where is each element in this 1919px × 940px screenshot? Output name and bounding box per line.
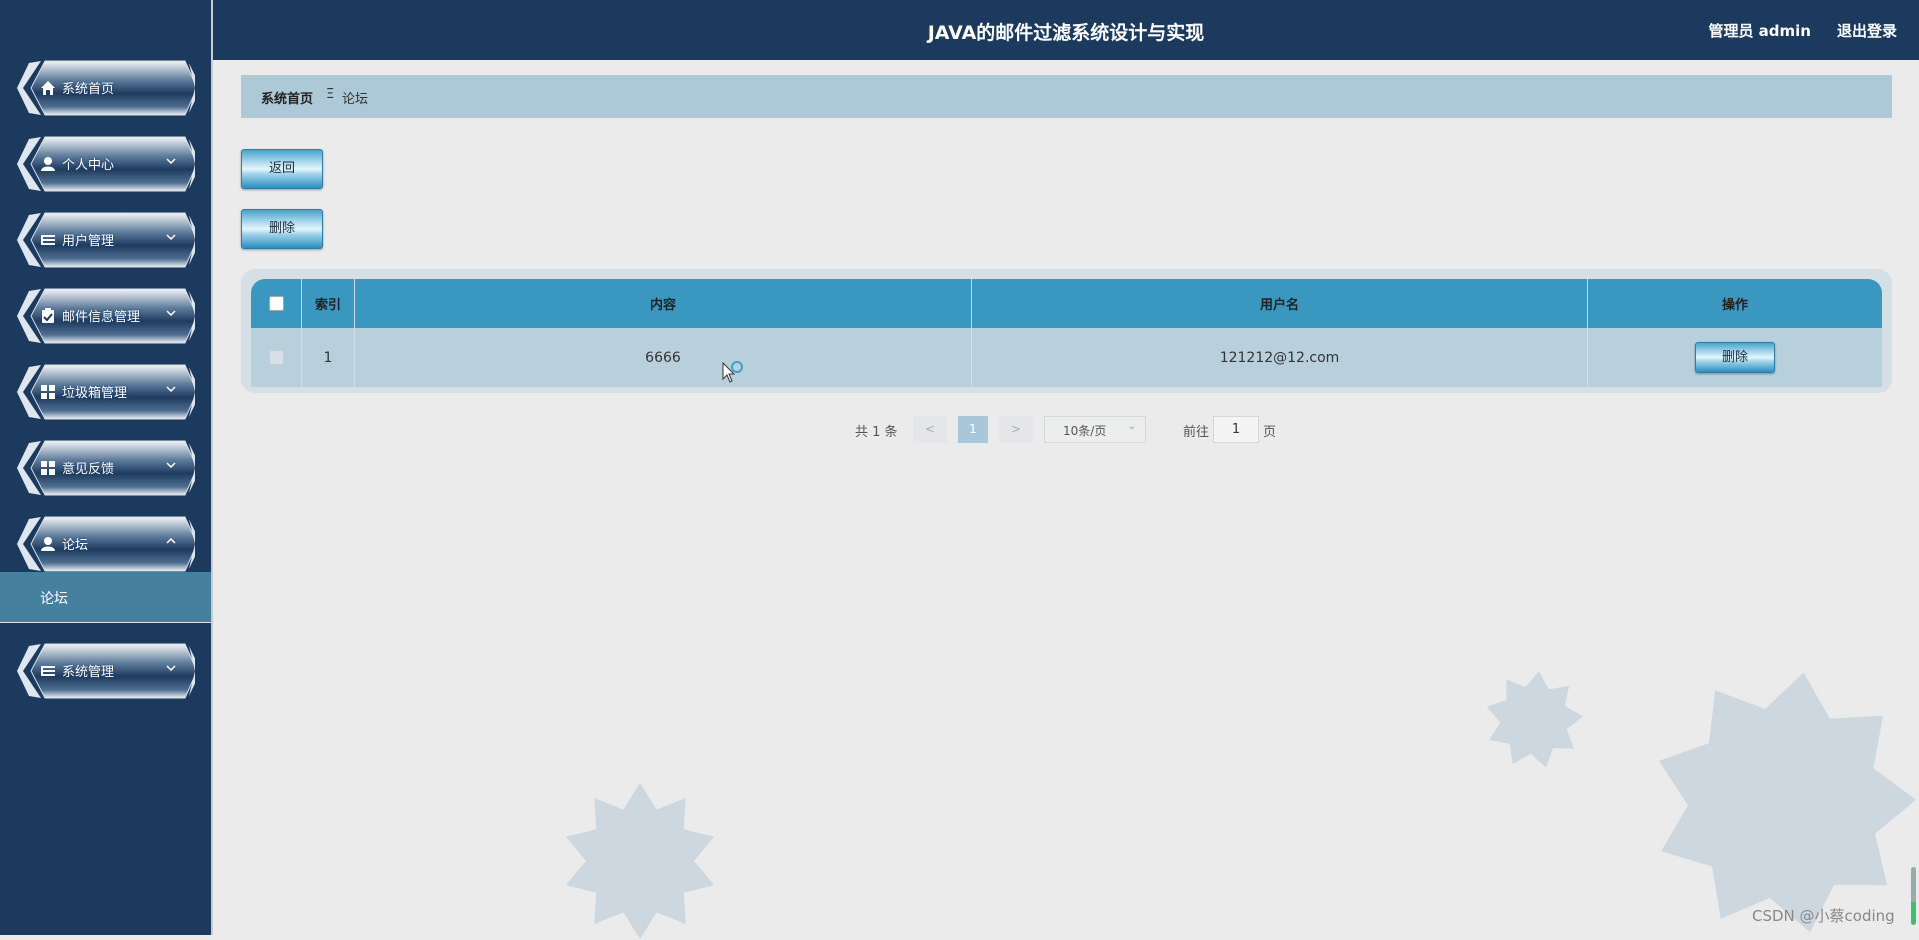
sidebar-item-3[interactable]: 用户管理 xyxy=(15,211,195,269)
breadcrumb-home[interactable]: 系统首页 xyxy=(261,88,313,107)
sidebar-item-label: 系统首页 xyxy=(62,82,115,97)
sidebar-subitem-label: 论坛 xyxy=(40,591,68,607)
app-title: JAVA的邮件过滤系统设计与实现 xyxy=(927,22,1205,44)
row-checkbox[interactable] xyxy=(268,350,284,365)
table-row: 1 6666 121212@12.com 删除 xyxy=(251,328,1882,387)
sidebar-item-label: 邮件信息管理 xyxy=(62,310,141,325)
sidebar-item-6[interactable]: 意见反馈 xyxy=(15,439,195,497)
chevron-down-icon xyxy=(166,665,176,672)
home-icon xyxy=(41,81,55,95)
data-table: 索引 内容 用户名 操作 1 6666 121212@12.com 删除 xyxy=(251,279,1882,387)
select-all-checkbox[interactable] xyxy=(268,296,284,311)
list-icon xyxy=(41,666,55,676)
breadcrumb-separator-icon: Ξ xyxy=(326,87,335,102)
data-table-container: 索引 内容 用户名 操作 1 6666 121212@12.com 删除 xyxy=(241,269,1892,393)
row-content: 6666 xyxy=(354,328,972,387)
sidebar-item-1[interactable]: 系统首页 xyxy=(15,59,195,117)
row-index: 1 xyxy=(301,328,355,387)
watermark: CSDN @小蔡coding xyxy=(1752,907,1895,925)
page-number-button[interactable]: 1 xyxy=(958,416,988,443)
grid-icon xyxy=(41,385,55,399)
prev-page-button[interactable]: < xyxy=(913,416,947,443)
breadcrumb: 系统首页 Ξ 论坛 xyxy=(241,75,1892,118)
decorative-star-shape xyxy=(565,783,715,939)
pagination-total: 共 1 条 xyxy=(855,425,898,440)
pagination: 共 1 条 < 1 > 10条/页 ⌄ 前往 页 xyxy=(0,415,1919,443)
list-icon xyxy=(41,235,55,245)
clipboard-check-icon xyxy=(42,308,54,323)
scroll-indicator[interactable] xyxy=(1911,867,1916,925)
chevron-down-icon xyxy=(166,234,176,241)
top-header: JAVA的邮件过滤系统设计与实现 管理员 admin 退出登录 xyxy=(213,0,1919,60)
chevron-down-icon: ⌄ xyxy=(1127,421,1136,432)
row-delete-button[interactable]: 删除 xyxy=(1695,342,1775,373)
user-label: 管理员 admin xyxy=(1708,22,1811,40)
sidebar-item-label: 系统管理 xyxy=(62,665,115,680)
sidebar-item-label: 论坛 xyxy=(62,538,89,553)
chevron-down-icon xyxy=(166,386,176,393)
sidebar-item-5[interactable]: 垃圾箱管理 xyxy=(15,363,195,421)
chevron-up-icon xyxy=(166,537,176,544)
sidebar-divider xyxy=(211,0,213,935)
logout-link[interactable]: 退出登录 xyxy=(1837,20,1897,41)
page-size-select[interactable]: 10条/页 ⌄ xyxy=(1044,416,1146,443)
back-button[interactable]: 返回 xyxy=(241,149,323,189)
column-header-actions: 操作 xyxy=(1587,279,1882,328)
select-all-cell xyxy=(251,279,302,328)
column-header-content[interactable]: 内容 xyxy=(354,279,972,328)
goto-page-input[interactable] xyxy=(1213,416,1259,443)
decorative-star-shape xyxy=(1658,672,1916,933)
user-icon xyxy=(41,537,55,551)
grid-icon xyxy=(41,461,55,475)
page-word-label: 页 xyxy=(1263,425,1277,440)
breadcrumb-current: 论坛 xyxy=(342,92,369,107)
mouse-cursor-icon xyxy=(722,361,743,383)
sidebar-item-8[interactable]: 系统管理 xyxy=(15,642,195,700)
row-select-cell xyxy=(251,328,302,387)
column-header-username[interactable]: 用户名 xyxy=(971,279,1588,328)
sidebar-item-4[interactable]: 邮件信息管理 xyxy=(15,287,195,345)
row-actions: 删除 xyxy=(1587,328,1882,387)
table-header-row: 索引 内容 用户名 操作 xyxy=(251,279,1882,328)
row-username: 121212@12.com xyxy=(971,328,1588,387)
sidebar-subitem-forum[interactable]: 论坛 xyxy=(0,572,211,623)
column-header-index[interactable]: 索引 xyxy=(301,279,355,328)
chevron-down-icon xyxy=(166,310,176,317)
user-icon xyxy=(41,157,55,171)
sidebar-item-label: 用户管理 xyxy=(62,234,115,249)
goto-label: 前往 xyxy=(1183,425,1210,440)
page-size-value: 10条/页 xyxy=(1063,424,1107,438)
decorative-star-shape xyxy=(1486,671,1583,768)
sidebar-item-7[interactable]: 论坛 xyxy=(15,515,195,573)
sidebar-item-label: 意见反馈 xyxy=(62,462,115,477)
chevron-down-icon xyxy=(166,158,176,165)
next-page-button[interactable]: > xyxy=(999,416,1033,443)
sidebar-item-2[interactable]: 个人中心 xyxy=(15,135,195,193)
delete-button[interactable]: 删除 xyxy=(241,209,323,249)
sidebar-item-label: 垃圾箱管理 xyxy=(62,386,128,401)
chevron-down-icon xyxy=(166,462,176,469)
sidebar-item-label: 个人中心 xyxy=(62,158,115,173)
